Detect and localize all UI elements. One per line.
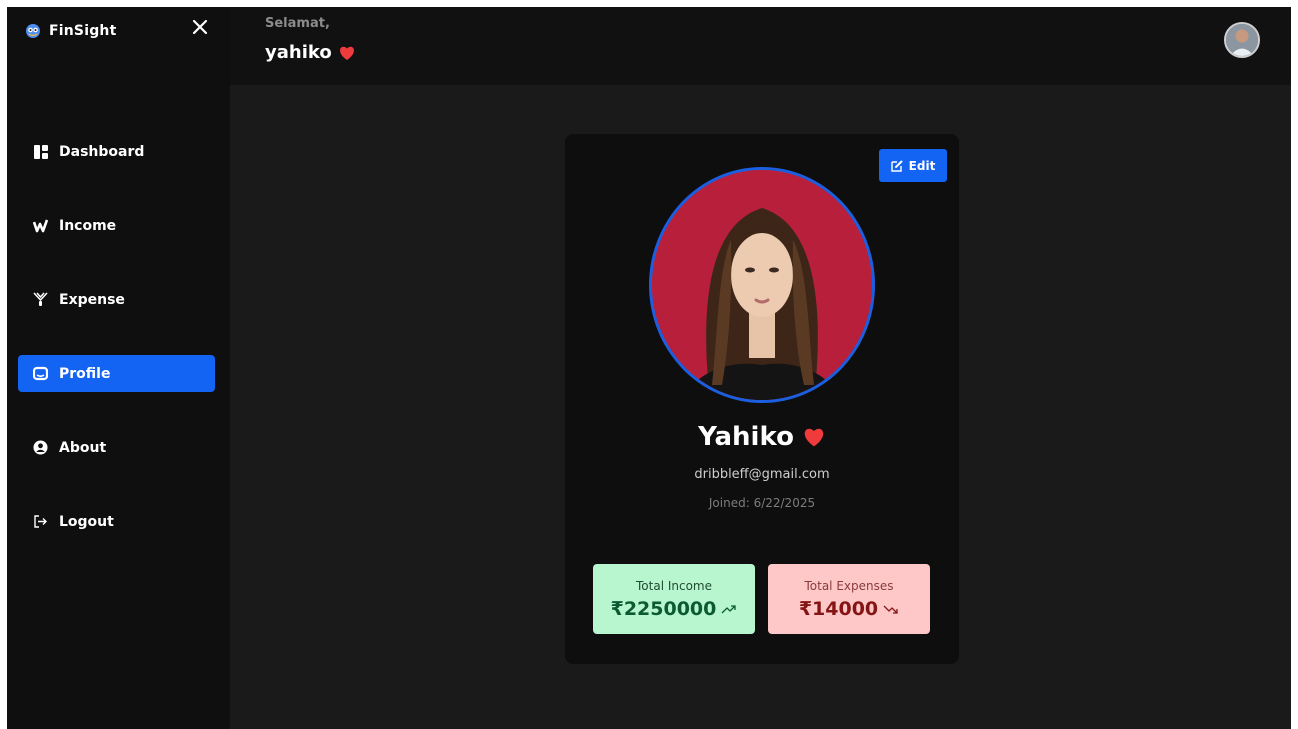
sidebar: FinSight Dashboard Income Expense Profil…: [7, 7, 230, 729]
total-income-card: Total Income ₹2250000: [593, 564, 755, 634]
profile-name-text: Yahiko: [698, 422, 794, 452]
sidebar-item-logout[interactable]: Logout: [18, 503, 215, 540]
greeting-username: yahiko: [265, 42, 356, 63]
brand[interactable]: FinSight: [25, 21, 117, 41]
total-expenses-card: Total Expenses ₹14000: [768, 564, 930, 634]
brand-name: FinSight: [49, 23, 117, 39]
income-icon: [33, 218, 48, 233]
dashboard-icon: [33, 144, 48, 159]
total-expenses-value-row: ₹14000: [799, 598, 899, 620]
finsight-logo-icon: [26, 24, 40, 38]
sidebar-item-label: About: [59, 439, 107, 456]
heart-icon: [339, 46, 354, 60]
sidebar-item-expense[interactable]: Expense: [18, 281, 215, 318]
profile-joined-date: Joined: 6/22/2025: [708, 496, 816, 510]
avatar-image-icon: [1226, 24, 1258, 56]
edit-icon: [890, 160, 903, 172]
profile-email: dribbleff@gmail.com: [694, 467, 830, 482]
top-header: Selamat, yahiko: [230, 7, 1291, 85]
sidebar-item-label: Income: [59, 217, 117, 234]
trending-down-icon: [883, 605, 898, 614]
edit-label: Edit: [908, 158, 936, 173]
trending-up-icon: [721, 604, 737, 613]
total-income-label: Total Income: [636, 578, 712, 593]
sidebar-item-profile[interactable]: Profile: [18, 355, 215, 392]
total-expenses-label: Total Expenses: [804, 578, 894, 593]
user-circle-icon: [33, 440, 48, 455]
user-avatar[interactable]: [1224, 22, 1260, 58]
profile-icon: [33, 366, 48, 381]
total-income-value: ₹2250000: [610, 597, 717, 620]
sidebar-item-label: Logout: [59, 513, 114, 530]
logout-icon: [33, 514, 48, 529]
profile-photo: [649, 167, 875, 403]
expense-icon: [33, 292, 48, 307]
app-frame: FinSight Dashboard Income Expense Profil…: [7, 7, 1291, 729]
close-sidebar-button[interactable]: [189, 16, 211, 38]
sidebar-item-dashboard[interactable]: Dashboard: [18, 133, 215, 170]
heart-icon: [804, 428, 824, 447]
greeting-text: Selamat,: [265, 16, 330, 31]
profile-name: Yahiko: [565, 422, 959, 452]
close-icon: [192, 19, 208, 35]
sidebar-item-income[interactable]: Income: [18, 207, 215, 244]
profile-photo-image-icon: [652, 170, 872, 400]
total-income-value-row: ₹2250000: [611, 598, 738, 620]
sidebar-item-label: Expense: [59, 291, 125, 308]
profile-card: Edit Yahiko dribbleff@gmail.com Joined: …: [565, 134, 959, 664]
sidebar-item-label: Dashboard: [59, 143, 145, 160]
sidebar-item-about[interactable]: About: [18, 429, 215, 466]
edit-button[interactable]: Edit: [879, 149, 947, 182]
sidebar-item-label: Profile: [59, 365, 111, 382]
username-text: yahiko: [265, 42, 332, 63]
total-expenses-value: ₹14000: [798, 597, 879, 620]
